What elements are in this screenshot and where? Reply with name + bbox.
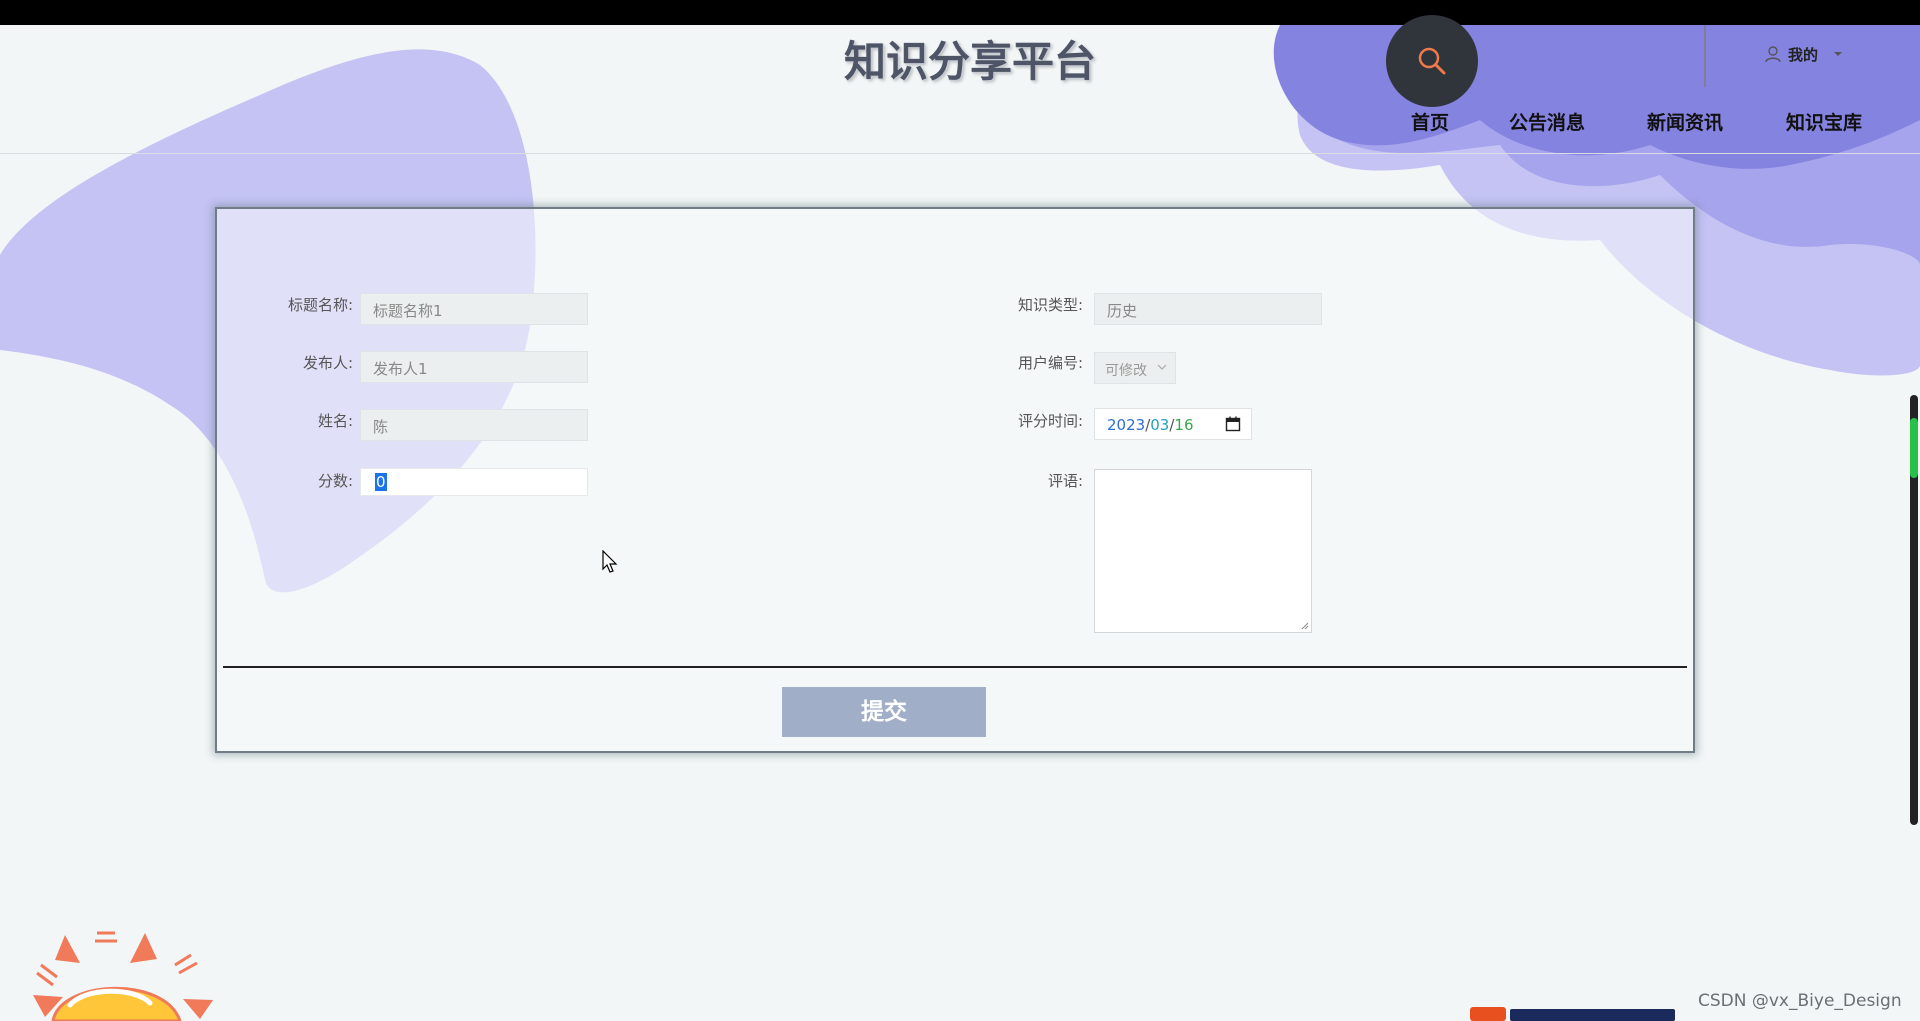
date-year: 2023 xyxy=(1107,416,1146,434)
submit-button[interactable]: 提交 xyxy=(782,687,986,737)
scrollbar-indicator xyxy=(1910,418,1918,478)
bottom-badge-decoration xyxy=(1470,1007,1675,1021)
mouse-cursor-icon xyxy=(602,550,618,573)
name-input[interactable]: 陈 xyxy=(360,409,588,441)
comment-label: 评语: xyxy=(1047,472,1083,490)
comment-textarea[interactable] xyxy=(1094,469,1312,633)
resize-grip-icon[interactable] xyxy=(1301,622,1309,630)
score-time-date-input[interactable]: 2023/03/16 xyxy=(1094,408,1252,440)
title-name-label: 标题名称: xyxy=(287,296,353,314)
publisher-label: 发布人: xyxy=(302,354,353,372)
score-time-label: 评分时间: xyxy=(1017,412,1083,430)
sun-decoration-icon xyxy=(33,931,213,1021)
date-day: 16 xyxy=(1174,416,1194,434)
publisher-input[interactable]: 发布人1 xyxy=(360,351,588,383)
user-id-label: 用户编号: xyxy=(1017,354,1083,372)
name-label: 姓名: xyxy=(317,412,353,430)
form-divider xyxy=(223,666,1687,668)
title-name-input[interactable]: 标题名称1 xyxy=(360,293,588,325)
score-label: 分数: xyxy=(317,472,353,490)
score-value: 0 xyxy=(375,473,387,491)
knowledge-type-input[interactable]: 历史 xyxy=(1094,293,1322,325)
calendar-icon[interactable] xyxy=(1225,416,1241,432)
user-id-select[interactable]: 可修改 xyxy=(1094,352,1176,384)
user-id-select-value: 可修改 xyxy=(1105,363,1147,379)
date-month: 03 xyxy=(1150,416,1170,434)
watermark: CSDN @vx_Biye_Design xyxy=(1698,991,1902,1011)
knowledge-type-label: 知识类型: xyxy=(1017,296,1083,314)
score-input[interactable]: 0 xyxy=(360,468,588,496)
chevron-down-icon xyxy=(1157,364,1167,370)
